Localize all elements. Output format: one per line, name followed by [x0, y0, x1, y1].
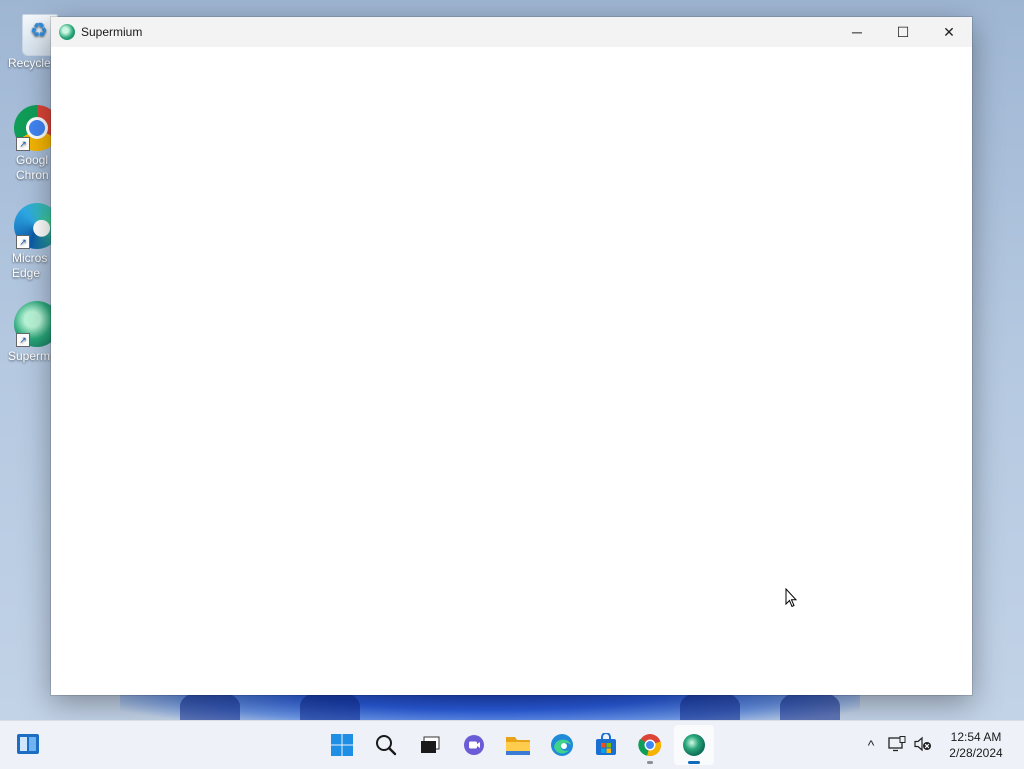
chat-button[interactable] [454, 725, 494, 765]
widgets-button[interactable] [16, 732, 40, 756]
window-content-area[interactable] [51, 47, 972, 695]
volume-button[interactable] [910, 736, 936, 755]
folder-icon [506, 737, 530, 755]
show-hidden-icons-button[interactable]: ^ [858, 737, 884, 753]
network-button[interactable] [884, 735, 910, 755]
minimize-icon: ─ [852, 24, 862, 40]
supermium-button[interactable] [674, 725, 714, 765]
search-icon [376, 735, 397, 756]
store-icon [596, 733, 616, 755]
clock[interactable]: 12:54 AM 2/28/2024 [936, 729, 1016, 761]
mouse-cursor-icon [785, 588, 797, 608]
edge-icon [551, 734, 573, 756]
widgets-icon [17, 734, 39, 754]
taskbar: ^ 12:54 AM 2/28/2024 [0, 720, 1024, 769]
file-explorer-button[interactable] [498, 725, 538, 765]
supermium-icon [59, 24, 75, 40]
window-controls: ─ ☐ ✕ [834, 17, 972, 47]
chrome-icon [638, 734, 662, 757]
store-button[interactable] [586, 725, 626, 765]
search-button[interactable] [366, 725, 406, 765]
chevron-up-icon: ^ [867, 737, 875, 753]
chrome-button[interactable] [630, 725, 670, 765]
task-view-icon [421, 736, 440, 753]
supermium-window[interactable]: Supermium ─ ☐ ✕ [51, 17, 972, 695]
system-tray: ^ 12:54 AM 2/28/2024 [858, 721, 1024, 769]
maximize-button[interactable]: ☐ [880, 17, 926, 47]
shortcut-arrow-icon: ↗ [16, 333, 30, 347]
shortcut-arrow-icon: ↗ [16, 235, 30, 249]
close-button[interactable]: ✕ [926, 17, 972, 47]
minimize-button[interactable]: ─ [834, 17, 880, 47]
windows-start-icon [331, 734, 353, 756]
clock-date: 2/28/2024 [949, 746, 1003, 760]
edge-button[interactable] [542, 725, 582, 765]
task-view-button[interactable] [410, 725, 450, 765]
supermium-icon [683, 734, 705, 756]
running-indicator [647, 761, 653, 764]
shortcut-arrow-icon: ↗ [16, 137, 30, 151]
taskbar-apps [320, 725, 716, 765]
window-title: Supermium [81, 25, 143, 39]
network-icon [888, 735, 906, 751]
start-button[interactable] [322, 725, 362, 765]
active-indicator [688, 761, 700, 764]
close-icon: ✕ [943, 23, 955, 40]
clock-time: 12:54 AM [950, 730, 1002, 744]
volume-muted-icon [914, 736, 931, 751]
teams-chat-icon [464, 735, 484, 755]
maximize-icon: ☐ [896, 23, 910, 40]
window-titlebar[interactable]: Supermium ─ ☐ ✕ [51, 17, 972, 47]
